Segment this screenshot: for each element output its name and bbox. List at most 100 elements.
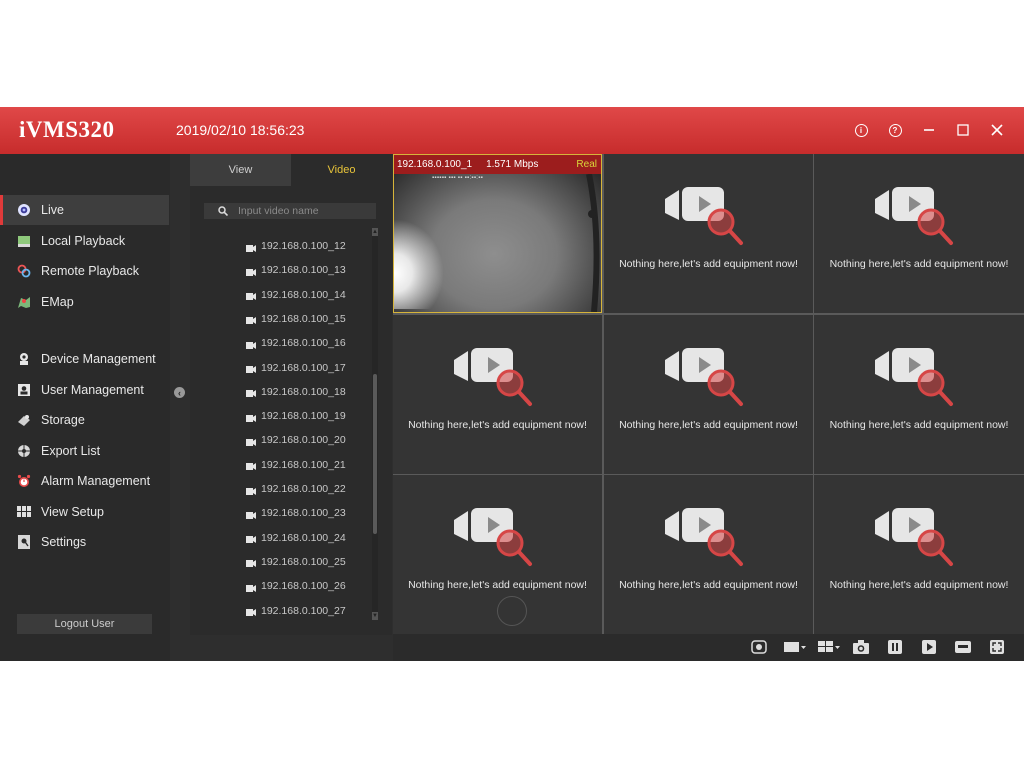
device-name: 192.168.0.100_14 bbox=[261, 288, 346, 301]
sidebar-item-view-setup[interactable]: View Setup bbox=[0, 497, 169, 527]
sidebar-item-user-management[interactable]: User Management bbox=[0, 375, 169, 405]
video-cell-empty[interactable]: Nothing here,let's add equipment now! bbox=[814, 475, 1024, 634]
add-camera-search-icon bbox=[875, 187, 965, 254]
empty-cell-message: Nothing here,let's add equipment now! bbox=[619, 258, 798, 270]
collapse-sidebar-icon[interactable]: ‹ bbox=[174, 387, 185, 398]
sidebar-item-label: Storage bbox=[41, 413, 85, 427]
video-camera-icon bbox=[246, 486, 256, 495]
sidebar-item-device-management[interactable]: Device Management bbox=[0, 344, 169, 374]
scroll-up-icon[interactable]: ▲ bbox=[372, 228, 378, 236]
add-camera-search-icon bbox=[875, 348, 965, 415]
device-list-item[interactable]: 192.168.0.100_16 bbox=[246, 335, 346, 351]
tab-view[interactable]: View bbox=[190, 154, 291, 186]
play-icon[interactable] bbox=[919, 638, 939, 656]
video-camera-icon bbox=[246, 607, 256, 616]
ptz-icon[interactable] bbox=[953, 638, 973, 656]
live-icon bbox=[16, 202, 32, 218]
pause-icon[interactable] bbox=[885, 638, 905, 656]
scrollbar-thumb[interactable] bbox=[373, 374, 377, 534]
sidebar-item-alarm-management[interactable]: Alarm Management bbox=[0, 466, 169, 496]
sidebar-item-label: Export List bbox=[41, 444, 101, 458]
watermark-logo bbox=[497, 596, 527, 626]
video-camera-icon bbox=[246, 510, 256, 519]
device-list-item[interactable]: 192.168.0.100_15 bbox=[246, 311, 346, 327]
video-cell-live[interactable]: 192.168.0.100_1 1.571 Mbps Real ▪▪▪▪▪▪ ▪… bbox=[393, 154, 602, 313]
camera-feed: ▪▪▪▪▪▪ ▪▪▪ ▪▪ ▪▪:▪▪:▪▪ bbox=[394, 174, 601, 312]
close-icon[interactable] bbox=[986, 119, 1008, 141]
bottom-toolbar bbox=[393, 634, 1024, 661]
add-camera-search-icon bbox=[665, 508, 755, 575]
add-camera-search-icon bbox=[665, 348, 755, 415]
device-list-item[interactable]: 192.168.0.100_25 bbox=[246, 554, 346, 570]
sidebar-item-label: Alarm Management bbox=[41, 474, 151, 488]
logout-button[interactable]: Logout User bbox=[17, 614, 152, 634]
video-camera-icon bbox=[246, 461, 256, 471]
video-cell-empty[interactable]: Nothing here,let's add equipment now! bbox=[814, 154, 1024, 313]
snapshot-icon[interactable] bbox=[851, 638, 871, 656]
device-list-item[interactable]: 192.168.0.100_23 bbox=[246, 505, 346, 521]
sidebar-item-live[interactable]: Live bbox=[0, 195, 169, 225]
video-camera-icon bbox=[246, 267, 256, 276]
split-layout-icon[interactable] bbox=[817, 638, 841, 656]
info-icon[interactable]: i bbox=[850, 119, 872, 141]
scroll-down-icon[interactable]: ▼ bbox=[372, 612, 378, 620]
add-camera-search-icon bbox=[665, 187, 755, 254]
empty-cell-message: Nothing here,let's add equipment now! bbox=[829, 579, 1009, 591]
device-list-item[interactable]: 192.168.0.100_20 bbox=[246, 432, 346, 448]
device-list-item[interactable]: 192.168.0.100_12 bbox=[246, 238, 346, 254]
device-name: 192.168.0.100_17 bbox=[261, 361, 346, 374]
minimize-icon[interactable] bbox=[918, 119, 940, 141]
sidebar-item-export-list[interactable]: Export List bbox=[0, 436, 169, 466]
device-list-item[interactable]: 192.168.0.100_13 bbox=[246, 262, 346, 278]
device-list-item[interactable]: 192.168.0.100_18 bbox=[246, 384, 346, 400]
device-list-item[interactable]: 192.168.0.100_14 bbox=[246, 287, 346, 303]
maximize-icon[interactable] bbox=[952, 119, 974, 141]
camera-ip: 192.168.0.100_1 bbox=[397, 159, 473, 170]
window-layout-icon[interactable] bbox=[783, 638, 807, 656]
sidebar-item-storage[interactable]: Storage bbox=[0, 405, 169, 435]
video-camera-icon bbox=[246, 364, 256, 373]
device-list-item[interactable]: 192.168.0.100_27 bbox=[246, 603, 346, 619]
add-camera-search-icon bbox=[454, 348, 544, 415]
video-camera-icon bbox=[246, 583, 256, 592]
help-icon[interactable]: ? bbox=[884, 119, 906, 141]
sidebar-item-emap[interactable]: EMap bbox=[0, 287, 169, 317]
camera-bitrate: 1.571 Mbps bbox=[486, 159, 539, 170]
alarm-icon bbox=[16, 473, 32, 489]
device-list-item[interactable]: 192.168.0.100_17 bbox=[246, 360, 346, 376]
video-cell-empty[interactable]: Nothing here,let's add equipment now! bbox=[604, 315, 813, 474]
device-list-item[interactable]: 192.168.0.100_26 bbox=[246, 578, 346, 594]
user-management-icon bbox=[16, 382, 32, 398]
video-cell-empty[interactable]: Nothing here,let's add equipment now! bbox=[814, 315, 1024, 474]
device-list-item[interactable]: 192.168.0.100_19 bbox=[246, 408, 346, 424]
export-list-icon bbox=[16, 443, 32, 459]
remote-playback-icon bbox=[16, 263, 32, 279]
sidebar-item-remote-playback[interactable]: Remote Playback bbox=[0, 256, 169, 286]
device-list-item[interactable]: 192.168.0.100_24 bbox=[246, 530, 346, 546]
video-camera-icon bbox=[246, 534, 256, 544]
video-camera-icon bbox=[246, 437, 256, 446]
sidebar-item-label: Remote Playback bbox=[41, 264, 139, 278]
fullscreen-icon[interactable] bbox=[987, 638, 1007, 656]
add-camera-search-icon bbox=[875, 508, 965, 575]
empty-cell-message: Nothing here,let's add equipment now! bbox=[619, 579, 798, 591]
device-name: 192.168.0.100_15 bbox=[261, 312, 346, 325]
sidebar-item-label: Local Playback bbox=[41, 234, 126, 248]
app-window: iVMS320 2019/02/10 18:56:23 i ? Live Loc… bbox=[0, 107, 1024, 661]
sidebar-item-label: View Setup bbox=[41, 505, 105, 519]
record-icon[interactable] bbox=[749, 638, 769, 656]
sidebar-item-label: User Management bbox=[41, 383, 144, 397]
device-list-item[interactable]: 192.168.0.100_22 bbox=[246, 481, 346, 497]
app-title: iVMS320 bbox=[19, 117, 115, 142]
search-input[interactable] bbox=[236, 204, 370, 218]
device-name: 192.168.0.100_13 bbox=[261, 264, 346, 277]
video-cell-empty[interactable]: Nothing here,let's add equipment now! bbox=[604, 154, 813, 313]
sidebar-item-settings[interactable]: Settings bbox=[0, 527, 169, 557]
datetime-display: 2019/02/10 18:56:23 bbox=[176, 122, 305, 138]
device-list-item[interactable]: 192.168.0.100_21 bbox=[246, 457, 346, 473]
video-cell-empty[interactable]: Nothing here,let's add equipment now! bbox=[604, 475, 813, 634]
sidebar-item-local-playback[interactable]: Local Playback bbox=[0, 226, 169, 256]
video-cell-header: 192.168.0.100_1 1.571 Mbps Real bbox=[394, 155, 601, 174]
video-cell-empty[interactable]: Nothing here,let's add equipment now! bbox=[393, 315, 602, 474]
tab-video[interactable]: Video bbox=[291, 154, 392, 186]
